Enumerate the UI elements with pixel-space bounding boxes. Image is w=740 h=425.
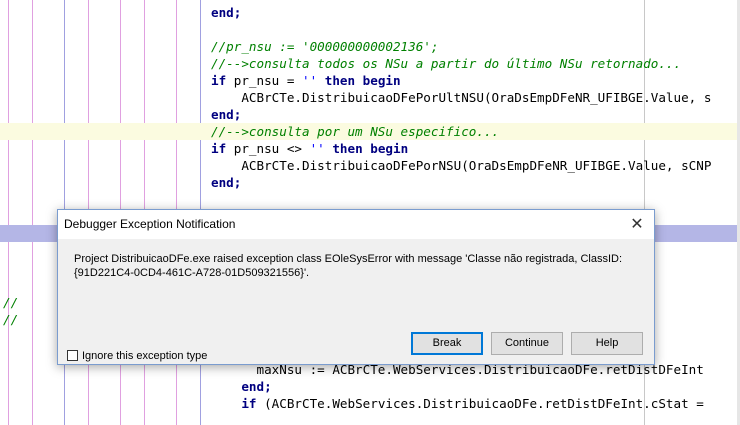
code-token: pr_nsu <> xyxy=(226,141,310,156)
break-button[interactable]: Break xyxy=(411,332,483,355)
code-token: then begin xyxy=(324,73,401,88)
code-line[interactable]: if pr_nsu <> '' then begin xyxy=(0,140,740,157)
continue-button[interactable]: Continue xyxy=(491,332,563,355)
code-line[interactable] xyxy=(0,191,740,208)
code-line[interactable]: //pr_nsu := '000000000002136'; xyxy=(0,38,740,55)
code-line[interactable]: if (ACBrCTe.WebServices.DistribuicaoDFe.… xyxy=(0,395,740,412)
code-token: ACBrCTe.DistribuicaoDFePorNSU(OraDsEmpDF… xyxy=(211,158,712,173)
margin-comment: // xyxy=(3,312,19,327)
code-token: //-->consulta por um NSu especifico... xyxy=(211,124,500,139)
code-token: '' xyxy=(309,141,325,156)
code-token: ACBrCTe.DistribuicaoDFePorUltNSU(OraDsEm… xyxy=(211,90,712,105)
code-line[interactable]: end; xyxy=(0,378,740,395)
debugger-exception-dialog: Debugger Exception Notification ✕ Projec… xyxy=(57,209,655,365)
code-token: '' xyxy=(302,73,318,88)
code-text: //-->consulta todos os NSu a partir do ú… xyxy=(211,55,681,72)
code-text: end; xyxy=(211,378,272,395)
margin-comment: // xyxy=(3,295,19,310)
dialog-body: Project DistribuicaoDFe.exe raised excep… xyxy=(58,239,654,364)
dialog-titlebar[interactable]: Debugger Exception Notification ✕ xyxy=(58,210,654,239)
code-text: if pr_nsu = '' then begin xyxy=(211,72,401,89)
help-button[interactable]: Help xyxy=(571,332,643,355)
code-token: if xyxy=(211,73,227,88)
code-text: ACBrCTe.DistribuicaoDFePorUltNSU(OraDsEm… xyxy=(211,89,711,106)
exception-message: Project DistribuicaoDFe.exe raised excep… xyxy=(74,253,623,279)
code-line[interactable]: ACBrCTe.DistribuicaoDFePorUltNSU(OraDsEm… xyxy=(0,89,740,106)
code-token: //-->consulta todos os NSu a partir do ú… xyxy=(211,56,682,71)
code-token: if xyxy=(211,396,257,411)
close-icon[interactable]: ✕ xyxy=(620,210,654,239)
code-token: (ACBrCTe.WebServices.DistribuicaoDFe.ret… xyxy=(256,396,712,411)
code-token: pr_nsu = xyxy=(226,73,302,88)
code-line[interactable] xyxy=(0,21,740,38)
dialog-title: Debugger Exception Notification xyxy=(64,217,236,231)
code-text: end; xyxy=(211,174,241,191)
code-token: end; xyxy=(211,107,242,122)
code-line[interactable]: ACBrCTe.DistribuicaoDFePorNSU(OraDsEmpDF… xyxy=(0,157,740,174)
code-token: end; xyxy=(211,5,242,20)
code-text: end; xyxy=(211,4,241,21)
code-token: //pr_nsu := '000000000002136'; xyxy=(211,39,439,54)
code-line[interactable]: end; xyxy=(0,4,740,21)
code-line[interactable]: //-->consulta todos os NSu a partir do ú… xyxy=(0,55,740,72)
code-token: end; xyxy=(211,175,242,190)
code-text: end; xyxy=(211,106,241,123)
code-text: ACBrCTe.DistribuicaoDFePorNSU(OraDsEmpDF… xyxy=(211,157,711,174)
code-text: if (ACBrCTe.WebServices.DistribuicaoDFe.… xyxy=(211,395,711,412)
code-line[interactable]: end; xyxy=(0,174,740,191)
code-line[interactable]: end; xyxy=(0,106,740,123)
code-token: if xyxy=(211,141,227,156)
code-text: if pr_nsu <> '' then begin xyxy=(211,140,408,157)
code-token: then begin xyxy=(332,141,409,156)
ignore-exception-label: Ignore this exception type xyxy=(82,350,208,362)
ignore-exception-checkbox[interactable] xyxy=(67,350,78,361)
code-line[interactable]: if pr_nsu = '' then begin xyxy=(0,72,740,89)
code-token: end; xyxy=(211,379,272,394)
code-text: //-->consulta por um NSu especifico... xyxy=(211,123,499,140)
code-line[interactable]: //-->consulta por um NSu especifico... xyxy=(0,123,740,140)
code-text: //pr_nsu := '000000000002136'; xyxy=(211,38,438,55)
